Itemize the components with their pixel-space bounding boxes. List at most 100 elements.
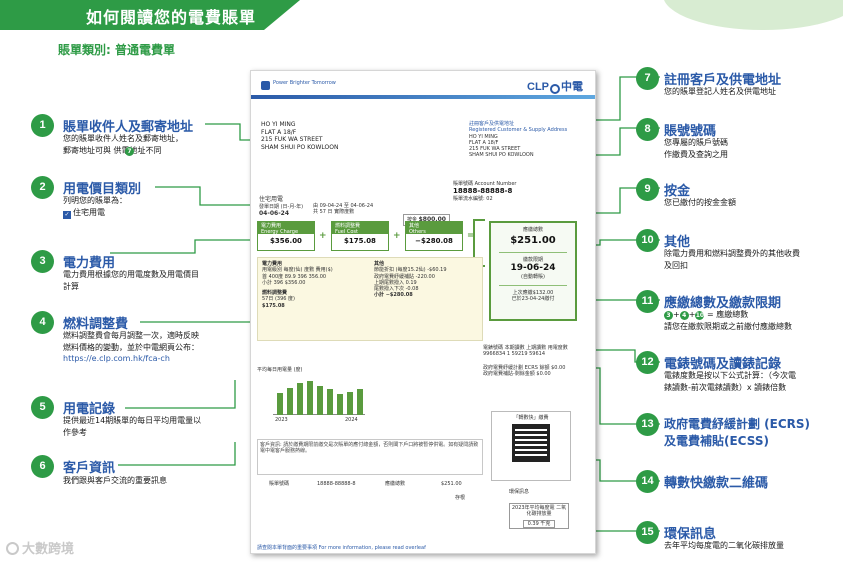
- bill-footnote: 請查閱本單背面的重要事項 For more information, pleas…: [257, 545, 426, 551]
- account-sub: 賬單流水編號: 02: [453, 196, 493, 202]
- desc-line: 電錶度數是按以下公式計算：（今次電: [664, 371, 796, 380]
- callout-number: 13: [636, 413, 659, 436]
- card-amount: −$280.08: [415, 237, 453, 245]
- ref-number: 7: [125, 146, 134, 156]
- env-value: 0.39 千克: [522, 519, 556, 528]
- desc-text: 郵寄地址可與 供電地址不同: [63, 145, 162, 155]
- recipient-line: 215 FUK WA STREET: [261, 136, 323, 143]
- callout-desc: 3 +4 +10 = 應繳總數 請您在繳款限期或之前繳付應繳總數: [664, 309, 792, 332]
- customer-info-box: 客戶資訊: 請於繳費期限前繳交是次賬單的應付總金額，否則閣下戶口將被暫停供電。如…: [257, 439, 483, 475]
- desc-line: 及回扣: [664, 260, 688, 270]
- account-block: 賬單號碼 Account Number 18888-88888-8 賬單流水編號…: [453, 181, 516, 202]
- category-sub: 發單日期 (日-月-年): [259, 203, 304, 210]
- total-amount: $251.00: [510, 235, 556, 247]
- recipient-line: HO YI MING: [261, 121, 296, 128]
- card-en: Others: [409, 229, 426, 236]
- chart-label: 平均每日用電量 (度): [257, 367, 303, 373]
- divider: [499, 284, 567, 286]
- issue-date: 04-06-24: [259, 209, 290, 217]
- usage-bar: [277, 393, 283, 415]
- desc-line: 請您在繳款限期或之前繳付應繳總數: [664, 321, 792, 331]
- total-label: 應繳總數: [522, 227, 543, 233]
- ecrs-line: 政府電費補貼-剩餘金額 $0.00: [483, 371, 551, 378]
- watermark-text: 大數跨境: [22, 542, 75, 557]
- chart-year-label: 2024: [345, 416, 358, 423]
- callout-desc: 您已繳付的按金金額: [664, 198, 736, 207]
- usage-bar: [347, 392, 353, 415]
- desc-line: 燃料調整費會每月調整一次，適時反映: [63, 331, 199, 340]
- callout-number: 7: [636, 67, 659, 90]
- recipient-line: SHAM SHUI PO KOWLOON: [261, 143, 339, 151]
- chart-year-label: 2023: [275, 416, 288, 423]
- callout-number: 14: [636, 470, 659, 493]
- desc-line: 提供最近14期賬單的每日平均用電量以: [63, 416, 202, 425]
- callout-title: 客戶資訊: [63, 461, 116, 476]
- callout-number: 9: [636, 178, 659, 201]
- detail-line: 小計 396 $356.00: [262, 279, 306, 286]
- usage-bar: [327, 389, 333, 415]
- qr-code-icon[interactable]: [512, 424, 550, 463]
- ref-number: 4: [679, 311, 689, 320]
- leader-3: [110, 239, 255, 254]
- qr-title: 「轉數快」繳費: [513, 415, 549, 421]
- desc-line: 錶讀數-前次電錶讀數）x 讀錶倍數: [664, 382, 787, 392]
- formula-line: 3 +4 +10 = 應繳總數: [664, 310, 748, 320]
- usage-bar: [337, 394, 343, 415]
- divider: [499, 251, 567, 253]
- usage-history-chart: 平均每日用電量 (度) 2023 2024: [257, 367, 369, 423]
- meter-values: 9966834 1 59219 59614: [483, 351, 546, 358]
- callout-number: 8: [636, 118, 659, 141]
- fca-link[interactable]: https://e.clp.com.hk/fca-ch: [63, 354, 170, 363]
- desc-line: 住宅用電: [73, 207, 105, 217]
- detail-line: $175.08: [262, 302, 285, 309]
- checkbox-checked-icon: ✓: [63, 210, 71, 219]
- callout-number: 1: [31, 114, 54, 137]
- callout-number: 5: [31, 396, 54, 419]
- callout-number: 10: [636, 229, 659, 252]
- env-line: 2023年平均每度電 二氧化碳排放量: [511, 505, 567, 518]
- card-cn: 其他: [409, 223, 420, 229]
- stub-label: 存根: [455, 495, 466, 501]
- card-cn: 燃料調整費: [335, 223, 361, 229]
- callout-number: 6: [31, 455, 54, 478]
- reg-title-en: Registered Customer & Supply Address: [469, 127, 568, 134]
- card-cn: 電力費用: [261, 223, 282, 229]
- callout-desc: 除電力費用和燃料調整費外的其他收費 及回扣: [664, 248, 800, 271]
- env-header: 環保訊息: [509, 489, 530, 495]
- callout-title-2: 及電費補貼(ECSS): [664, 434, 769, 448]
- desc-line: 電力費用根據您的用電度數及用電價目: [63, 270, 199, 279]
- desc-line: 除電力費用和燃料調整費外的其他收費: [664, 249, 800, 258]
- fuel-adjustment-card: 燃料調整費 Fuel Cost Adjustment $175.08: [331, 221, 389, 251]
- other-details: 其他 節能折扣 (每度15.2仙) -$60.19 政府電費紓緩補貼 -220.…: [374, 261, 447, 299]
- callout-desc: 去年平均每度電的二氧化碳排放量: [664, 541, 784, 550]
- callout-title: 政府電費紓緩計劃 (ECRS): [664, 417, 811, 431]
- energy-charge-card: 電力費用 Energy Charge $356.00: [257, 221, 315, 251]
- bill-company-tagline: Power Brighter Tomorrow: [273, 80, 336, 86]
- reg-line: SHAM SHUI PO KOWLOON: [469, 152, 534, 159]
- callout-desc: 電力費用根據您的用電度數及用電價目 計算: [63, 269, 199, 292]
- desc-line: 列明您的賬單為：: [63, 196, 127, 205]
- fps-qr-box: 「轉數快」繳費: [491, 411, 571, 481]
- callout-desc: 您專屬的賬戶號碼 作繳費及查詢之用: [664, 137, 728, 160]
- desc-line: 您的賬單收件人姓名及郵寄地址，: [63, 134, 183, 143]
- due-note: (自動轉賬): [521, 274, 545, 281]
- watermark: 大數跨境: [6, 538, 74, 557]
- callout-desc: 燃料調整費會每月調整一次，適時反映 燃料價格的變動，並於中電網頁公布： https:…: [63, 330, 199, 365]
- callout-title: 轉數快繳款二維碼: [664, 476, 769, 491]
- meter-readings: 電錶號碼 本期讀數 上期讀數 用電度數 9966834 1 59219 5961…: [483, 345, 589, 358]
- page-title: 如何閱讀您的電費賬單: [86, 8, 257, 27]
- bill-header-bar: [251, 95, 595, 99]
- corner-decoration: [663, 0, 843, 30]
- usage-bar: [357, 389, 363, 415]
- env-box: 2023年平均每度電 二氧化碳排放量 0.39 千克: [509, 503, 569, 529]
- callout-desc: 電錶度數是按以下公式計算：（今次電 錶讀數-前次電錶讀數）x 讀錶倍數: [664, 370, 796, 393]
- electricity-bill: Power Brighter Tomorrow CLP 中電 HO YI MING…: [250, 70, 596, 554]
- detail-line: 首 400度 89.9 396 356.00: [262, 273, 327, 280]
- callout-desc: 列明您的賬單為： ✓ 住宅用電: [63, 195, 127, 219]
- stub-label: 賬單號碼: [269, 481, 290, 487]
- callout-number: 4: [31, 311, 54, 334]
- clp-circle-icon: [550, 83, 560, 94]
- leader-6: [118, 442, 236, 466]
- callout-desc: 提供最近14期賬單的每日平均用電量以 作參考: [63, 415, 201, 438]
- charge-details-panel: 電力費用 用電級別 每度(仙) 度數 費用($) 首 400度 89.9 396…: [257, 257, 483, 341]
